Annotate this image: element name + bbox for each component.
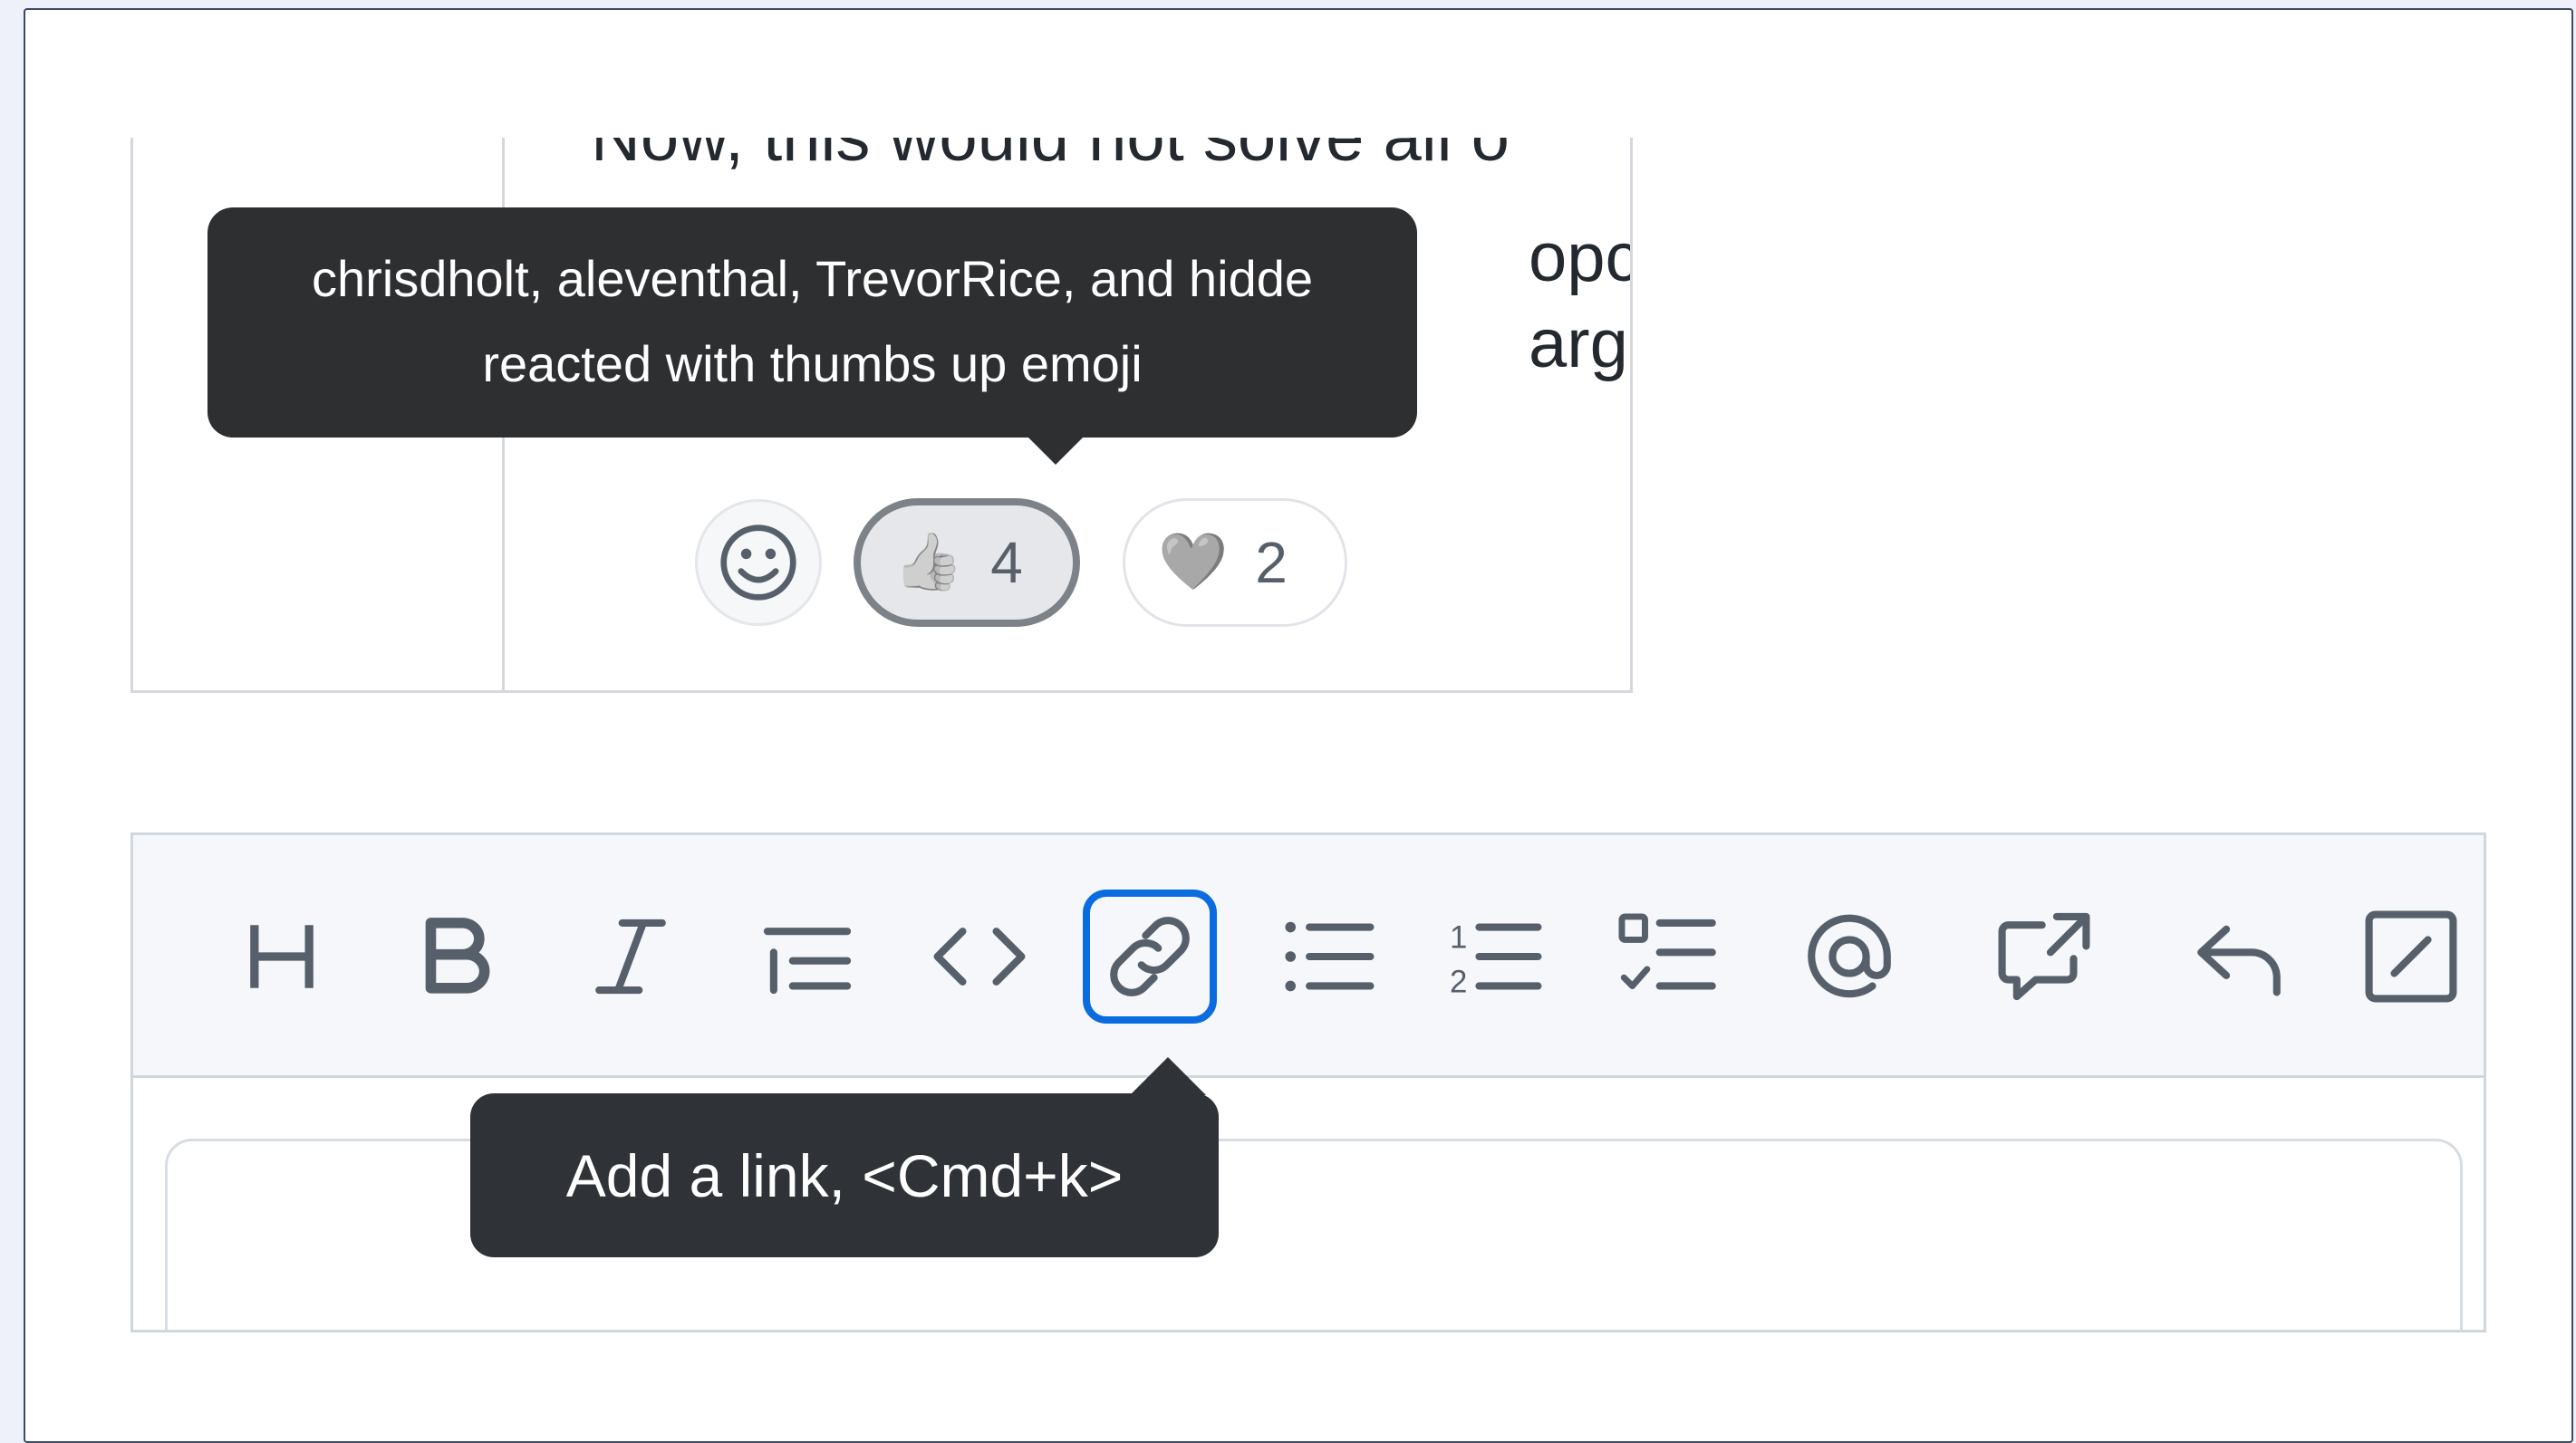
- heading-button[interactable]: [215, 890, 349, 1024]
- heart-icon: 🩶: [1158, 531, 1229, 593]
- bold-button[interactable]: [387, 890, 521, 1024]
- bulleted-list-button[interactable]: [1261, 890, 1395, 1024]
- slash-command-icon: [2365, 910, 2457, 1003]
- reply-icon: [2197, 925, 2281, 996]
- page-frame: Now, this would not solve all o opc arge…: [24, 8, 2573, 1443]
- smiley-icon: [720, 524, 796, 601]
- reaction-thumbs-up-button[interactable]: 👍 4: [854, 498, 1080, 627]
- numbered-list-button[interactable]: 1 2: [1429, 890, 1563, 1024]
- reaction-count: 4: [990, 530, 1023, 595]
- italic-icon: [595, 919, 666, 995]
- slash-command-button[interactable]: [2344, 890, 2478, 1024]
- link-tooltip-text: Add a link, <Cmd+k>: [565, 1141, 1124, 1209]
- bulleted-list-icon: [1285, 921, 1375, 992]
- comment-body-fragment: arge: [1529, 305, 1630, 382]
- numbered-list-icon: 1 2: [1450, 920, 1542, 999]
- cross-reference-icon: [1998, 912, 2090, 1001]
- reaction-heart-button[interactable]: 🩶 2: [1123, 498, 1347, 627]
- tooltip-arrow: [1027, 436, 1085, 465]
- code-icon: [933, 928, 1026, 986]
- thumbs-up-icon: 👍: [893, 531, 964, 593]
- comment-editor: 1 2: [130, 832, 2486, 1332]
- reaction-tooltip: chrisdholt, aleventhal, TrevorRice, and …: [207, 207, 1417, 465]
- add-reaction-button[interactable]: [695, 499, 822, 626]
- reply-button[interactable]: [2172, 890, 2306, 1024]
- link-tooltip: Add a link, <Cmd+k>: [470, 1057, 1219, 1257]
- reaction-tooltip-line: reacted with thumbs up emoji: [482, 335, 1143, 392]
- link-icon: [1110, 917, 1190, 996]
- heading-icon: [250, 925, 314, 988]
- svg-text:1: 1: [1450, 920, 1467, 956]
- markdown-toolbar: 1 2: [133, 835, 2484, 1078]
- mention-icon: [1808, 914, 1891, 998]
- task-list-icon: [1618, 913, 1716, 990]
- quote-button[interactable]: [740, 890, 874, 1024]
- quote-icon: [763, 928, 852, 995]
- mention-button[interactable]: [1782, 890, 1916, 1024]
- reaction-tooltip-line: chrisdholt, aleventhal, TrevorRice, and …: [311, 250, 1314, 307]
- task-list-button[interactable]: [1601, 890, 1735, 1024]
- comment-body-fragment: opc: [1529, 219, 1633, 296]
- bold-icon: [425, 918, 490, 994]
- italic-button[interactable]: [564, 890, 698, 1024]
- code-button[interactable]: [912, 890, 1047, 1024]
- tooltip-arrow: [1130, 1057, 1206, 1095]
- comment-body-line: Now, this would not solve all o: [591, 138, 1510, 172]
- cross-reference-button[interactable]: [1977, 890, 2111, 1024]
- reaction-count: 2: [1255, 530, 1288, 595]
- link-button[interactable]: [1083, 890, 1217, 1024]
- svg-text:2: 2: [1450, 964, 1467, 999]
